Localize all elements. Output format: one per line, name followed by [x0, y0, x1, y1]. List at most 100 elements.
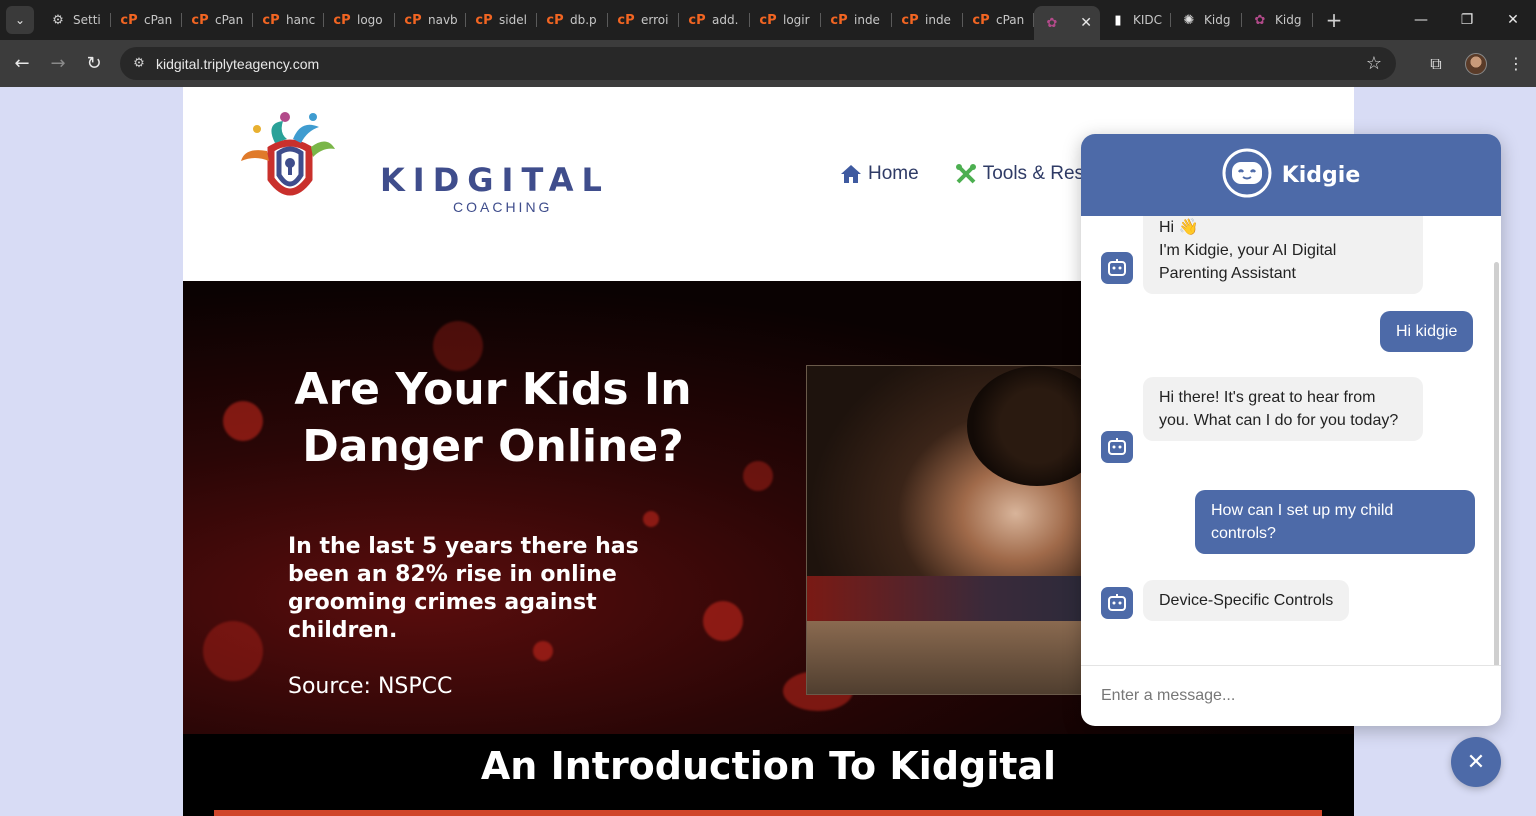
profile-avatar[interactable] [1456, 52, 1496, 75]
openai-icon: ✺ [1183, 12, 1195, 28]
user-message: Hi kidgie [1380, 311, 1474, 352]
chat-close-button[interactable]: ✕ [1451, 737, 1501, 787]
intro-heading: An Introduction To Kidgital [480, 744, 1057, 788]
hero-photo-child-on-device [806, 365, 1106, 695]
nav-label: Tools & Reso [982, 163, 1095, 184]
cpanel-icon: cP [333, 12, 351, 28]
chat-scrollbar[interactable] [1494, 262, 1499, 665]
browser-tab[interactable]: ⚙ Setti [40, 4, 111, 36]
browser-tab[interactable]: cP sidel [466, 4, 537, 36]
bot-message: Hi 👋 I'm Kidgie, your AI Digital Parenti… [1143, 216, 1423, 294]
hero-title: Are Your Kids In Danger Online? [294, 364, 692, 472]
chevron-down-icon: ⌄ [14, 13, 26, 27]
intro-section: An Introduction To Kidgital [183, 734, 1354, 816]
tab-title: sidel [499, 13, 527, 27]
browser-tab[interactable]: cP logo [324, 4, 395, 36]
nav-item-home[interactable]: Home [840, 163, 919, 185]
chat-title: Kidgie [1281, 162, 1361, 188]
browser-tab-strip: ⌄ ⚙ Setti cP cPan cP cPan cP hanc cP log… [0, 0, 1536, 40]
reload-button[interactable]: ↻ [76, 46, 112, 82]
bokeh-light [223, 401, 263, 441]
browser-tab[interactable]: ✺ Kidg [1171, 4, 1242, 36]
browser-tab[interactable]: cP cPan [111, 4, 182, 36]
extensions-icon[interactable]: ⧉ [1416, 54, 1456, 74]
forward-button[interactable]: → [40, 46, 76, 82]
intro-accent-bar [214, 810, 1322, 816]
chat-messages[interactable]: Hi 👋 I'm Kidgie, your AI Digital Parenti… [1081, 216, 1501, 665]
browser-tab[interactable]: cP erroi [608, 4, 679, 36]
bot-avatar-icon [1101, 252, 1133, 284]
main-nav: Home Tools & Reso [840, 163, 1095, 185]
menu-kebab-icon[interactable]: ⋮ [1496, 54, 1536, 73]
back-button[interactable]: ← [4, 46, 40, 82]
bot-avatar-icon [1101, 587, 1133, 619]
robot-logo-icon [1222, 148, 1272, 202]
browser-tab[interactable]: cP db.p [537, 4, 608, 36]
site-settings-icon[interactable]: ⚙ [122, 56, 156, 71]
tab-title: KIDC [1133, 13, 1163, 27]
tab-title: inde [925, 13, 951, 27]
cpanel-icon: cP [404, 12, 422, 28]
restore-icon[interactable]: ❐ [1444, 0, 1490, 40]
tab-list: ⚙ Setti cP cPan cP cPan cP hanc cP logo … [40, 0, 1345, 40]
cpanel-icon: cP [830, 12, 848, 28]
logo-emblem-icon [241, 112, 335, 196]
chat-message-input[interactable] [1101, 687, 1481, 705]
logo-subtitle: COACHING [453, 199, 553, 215]
browser-tab[interactable]: cP inde [821, 4, 892, 36]
browser-tab[interactable]: cP navb [395, 4, 466, 36]
bokeh-light [203, 621, 263, 681]
cpanel-icon: cP [759, 12, 777, 28]
cpanel-icon: cP [475, 12, 493, 28]
nav-label: Home [868, 163, 919, 184]
page-icon: ▮ [1114, 12, 1122, 28]
kidgital-icon: ✿ [1254, 12, 1266, 28]
browser-tab[interactable]: cP logir [750, 4, 821, 36]
tab-title: erroi [641, 13, 669, 27]
cpanel-icon: cP [546, 12, 564, 28]
browser-tab[interactable]: cP inde [892, 4, 963, 36]
browser-tab[interactable]: ▮ KIDC [1100, 4, 1171, 36]
logo-wordmark: KIDGITAL [380, 161, 610, 199]
close-tab-icon[interactable]: ✕ [1080, 15, 1092, 31]
toolbar-actions: ⧉ ⋮ [1416, 40, 1536, 87]
cpanel-icon: cP [901, 12, 919, 28]
url-text[interactable]: kidgital.triplyteagency.com [156, 56, 319, 72]
tab-title: navb [428, 13, 458, 27]
address-bar[interactable]: ⚙ kidgital.triplyteagency.com ☆ [120, 47, 1396, 80]
cpanel-icon: cP [262, 12, 280, 28]
hero-source: Source: NSPCC [288, 674, 453, 699]
tab-search-button[interactable]: ⌄ [6, 6, 34, 34]
tab-title: inde [854, 13, 880, 27]
window-controls: — ❐ ✕ [1398, 0, 1536, 40]
bot-avatar-icon [1101, 431, 1133, 463]
bookmark-star-icon[interactable]: ☆ [1366, 53, 1382, 74]
tab-title: Setti [73, 13, 101, 27]
cpanel-icon: cP [972, 12, 990, 28]
browser-tab[interactable]: cP add. [679, 4, 750, 36]
tab-title: logo [357, 13, 383, 27]
close-window-icon[interactable]: ✕ [1490, 0, 1536, 40]
home-icon [840, 164, 862, 184]
minimize-icon[interactable]: — [1398, 0, 1444, 40]
browser-tab[interactable]: cP hanc [253, 4, 324, 36]
cpanel-icon: cP [191, 12, 209, 28]
tab-title: Kidg [1204, 13, 1231, 27]
tab-title: hanc [286, 13, 316, 27]
tab-title: cPan [144, 13, 173, 27]
cpanel-icon: cP [688, 12, 706, 28]
user-message: How can I set up my child controls? [1195, 490, 1475, 554]
tab-title: add. [712, 13, 739, 27]
browser-tab[interactable]: cP cPan [963, 4, 1034, 36]
new-tab-button[interactable]: + [1323, 8, 1345, 32]
nav-item-tools[interactable]: Tools & Reso [955, 163, 1095, 185]
kidgital-icon: ✿ [1046, 15, 1058, 31]
browser-tab[interactable]: cP cPan [182, 4, 253, 36]
avatar [1465, 52, 1487, 75]
close-icon: ✕ [1466, 749, 1486, 775]
browser-tab[interactable]: ✿ Kidg [1242, 4, 1313, 36]
chat-header: Kidgie [1081, 134, 1501, 216]
browser-tab-active[interactable]: ✿ ✕ [1034, 6, 1100, 40]
site-logo[interactable]: KIDGITAL COACHING [235, 109, 602, 221]
tab-title: db.p [570, 13, 597, 27]
